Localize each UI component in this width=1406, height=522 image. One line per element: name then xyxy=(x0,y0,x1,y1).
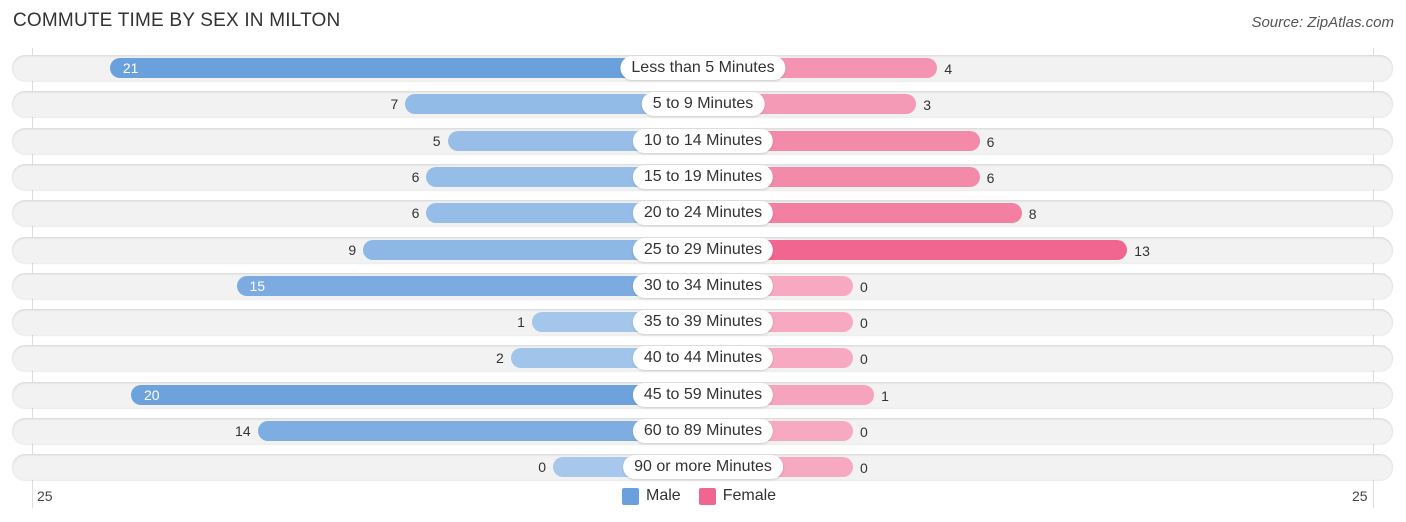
chart-title: COMMUTE TIME BY SEX IN MILTON xyxy=(13,10,341,31)
value-label-female: 13 xyxy=(1134,242,1150,259)
value-label-male: 0 xyxy=(538,459,546,476)
value-label-male: 6 xyxy=(411,205,420,222)
value-label-male: 20 xyxy=(144,386,160,403)
legend-item-female[interactable]: Female xyxy=(698,487,777,505)
axis-tick-left: 25 xyxy=(37,488,53,504)
category-label: 25 to 29 Minutes xyxy=(632,237,774,262)
source-label: Source: ZipAtlas.com xyxy=(1251,14,1394,31)
category-label: 40 to 44 Minutes xyxy=(632,346,774,371)
legend-item-male[interactable]: Male xyxy=(622,487,681,505)
value-label-female: 0 xyxy=(860,460,868,477)
category-label: 60 to 89 Minutes xyxy=(632,419,774,443)
value-label-female: 3 xyxy=(923,97,932,114)
bar-male xyxy=(109,58,703,78)
value-label-male: 14 xyxy=(235,423,251,439)
value-label-male: 15 xyxy=(249,277,266,294)
category-label: 10 to 14 Minutes xyxy=(632,128,774,153)
value-label-female: 6 xyxy=(986,169,995,186)
category-label: 15 to 19 Minutes xyxy=(632,164,774,189)
legend-label-male: Male xyxy=(646,487,681,504)
value-label-male: 1 xyxy=(517,314,525,331)
value-label-female: 1 xyxy=(881,387,889,404)
value-label-female: 0 xyxy=(860,315,868,332)
value-label-male: 6 xyxy=(411,168,420,185)
value-label-male: 7 xyxy=(390,96,399,113)
category-label: Less than 5 Minutes xyxy=(620,56,786,80)
legend-swatch-male xyxy=(622,487,639,505)
category-label: 35 to 39 Minutes xyxy=(632,310,774,335)
value-label-female: 4 xyxy=(944,61,953,77)
axis-tick-right: 25 xyxy=(1352,488,1368,504)
legend-label-female: Female xyxy=(722,487,777,504)
value-label-female: 8 xyxy=(1028,206,1037,223)
category-label: 30 to 34 Minutes xyxy=(632,273,774,298)
legend-swatch-female xyxy=(698,487,716,505)
value-label-female: 0 xyxy=(860,351,868,368)
value-label-male: 2 xyxy=(496,350,504,367)
value-label-female: 0 xyxy=(860,424,868,440)
value-label-male: 21 xyxy=(122,60,139,76)
category-label: 20 to 24 Minutes xyxy=(632,201,774,226)
legend: Male Female xyxy=(622,487,794,505)
category-label: 5 to 9 Minutes xyxy=(641,92,765,117)
bar-male xyxy=(131,384,703,405)
value-label-male: 9 xyxy=(348,241,357,258)
category-label: 45 to 59 Minutes xyxy=(632,382,774,407)
value-label-female: 0 xyxy=(860,278,868,295)
value-label-female: 6 xyxy=(986,133,995,150)
value-label-male: 5 xyxy=(432,132,441,149)
category-label: 90 or more Minutes xyxy=(623,455,783,480)
